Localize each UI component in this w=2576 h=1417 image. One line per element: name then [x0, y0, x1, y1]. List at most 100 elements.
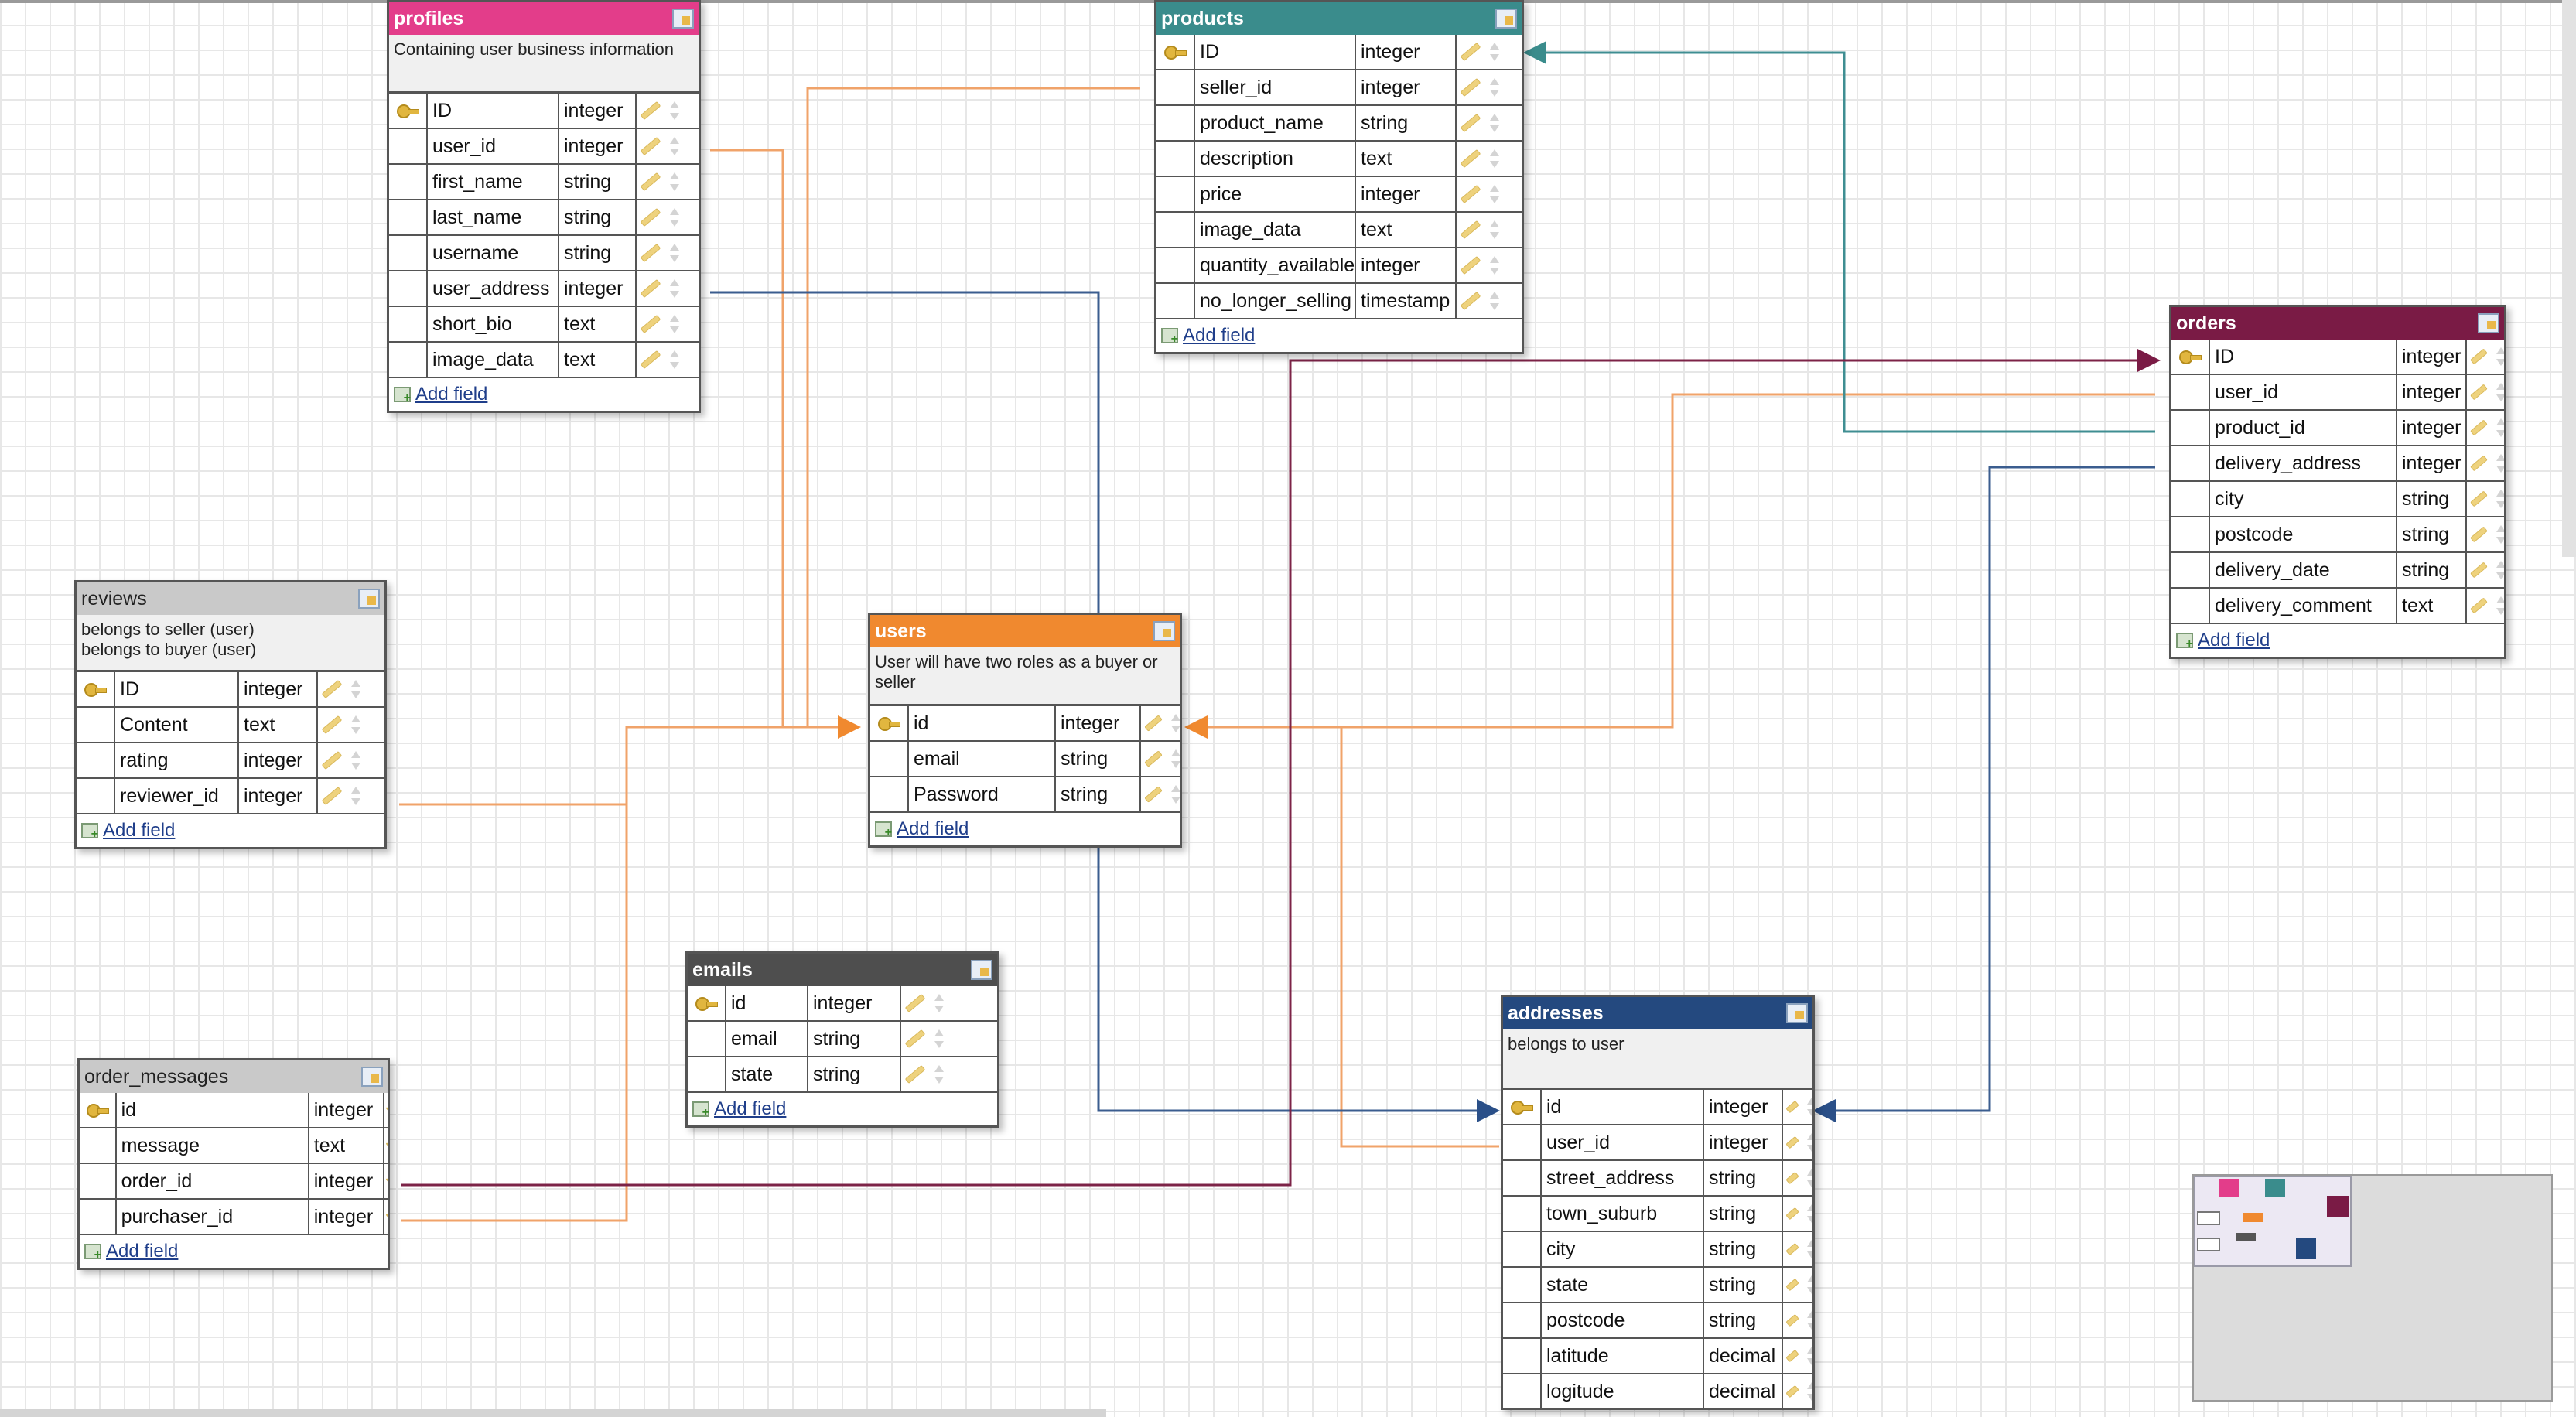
pencil-icon[interactable]: [640, 136, 661, 156]
table-header[interactable]: products: [1156, 2, 1522, 35]
field-row[interactable]: message text: [80, 1128, 388, 1164]
field-row[interactable]: city string: [2171, 482, 2504, 517]
field-row[interactable]: id integer: [80, 1093, 388, 1128]
add-field-label[interactable]: Add field: [714, 1098, 786, 1120]
vertical-scrollbar[interactable]: [2562, 0, 2576, 557]
field-type[interactable]: string: [1704, 1232, 1783, 1266]
table-header[interactable]: orders: [2171, 307, 2504, 340]
field-row[interactable]: user_id integer: [2171, 375, 2504, 411]
reorder-arrows-icon[interactable]: [1489, 113, 1500, 133]
field-row[interactable]: email string: [688, 1022, 997, 1057]
field-name[interactable]: ID: [115, 672, 239, 706]
field-row[interactable]: ID integer: [2171, 340, 2504, 375]
add-field-label[interactable]: Add field: [2198, 630, 2270, 651]
reorder-arrows-icon[interactable]: [350, 715, 361, 735]
pencil-icon[interactable]: [640, 278, 661, 299]
pencil-icon[interactable]: [1144, 715, 1163, 732]
field-row[interactable]: latitude decimal: [1503, 1339, 1812, 1374]
field-name[interactable]: delivery_address: [2210, 446, 2397, 480]
edit-table-icon[interactable]: [1153, 621, 1175, 641]
pencil-icon[interactable]: [321, 786, 343, 806]
field-type[interactable]: integer: [2397, 375, 2467, 409]
reorder-arrows-icon[interactable]: [1806, 1381, 1812, 1402]
field-name[interactable]: rating: [115, 743, 239, 777]
table-header[interactable]: profiles: [389, 2, 699, 35]
pencil-icon[interactable]: [1144, 786, 1163, 803]
reorder-arrows-icon[interactable]: [669, 278, 680, 299]
field-type[interactable]: text: [309, 1128, 384, 1163]
field-row[interactable]: logitude decimal: [1503, 1374, 1812, 1410]
field-type[interactable]: string: [2397, 482, 2467, 516]
edit-table-icon[interactable]: [1495, 9, 1517, 29]
field-name[interactable]: seller_id: [1195, 70, 1356, 104]
pencil-icon[interactable]: [1785, 1313, 1799, 1327]
add-field-link[interactable]: Add field: [1156, 319, 1522, 352]
field-type[interactable]: integer: [1356, 35, 1457, 69]
field-type[interactable]: integer: [309, 1093, 384, 1127]
field-row[interactable]: order_id integer: [80, 1164, 388, 1200]
field-name[interactable]: postcode: [1542, 1303, 1704, 1337]
field-row[interactable]: price integer: [1156, 177, 1522, 213]
pencil-icon[interactable]: [904, 1029, 926, 1049]
field-row[interactable]: no_longer_selling timestamp: [1156, 284, 1522, 319]
pencil-icon[interactable]: [1144, 750, 1163, 767]
edit-table-icon[interactable]: [971, 960, 992, 980]
field-row[interactable]: description text: [1156, 142, 1522, 177]
reorder-arrows-icon[interactable]: [1489, 42, 1500, 62]
field-name[interactable]: image_data: [1195, 213, 1356, 247]
field-type[interactable]: string: [2397, 553, 2467, 587]
table-header[interactable]: reviews: [77, 582, 384, 615]
field-type[interactable]: string: [2397, 517, 2467, 551]
reorder-arrows-icon[interactable]: [1170, 713, 1180, 733]
field-name[interactable]: purchaser_id: [117, 1200, 309, 1234]
edit-table-icon[interactable]: [361, 1067, 383, 1087]
pencil-icon[interactable]: [2470, 384, 2488, 401]
field-type[interactable]: timestamp: [1356, 284, 1457, 318]
reorder-arrows-icon[interactable]: [1806, 1132, 1812, 1152]
field-row[interactable]: id integer: [688, 986, 997, 1022]
field-name[interactable]: latitude: [1542, 1339, 1704, 1373]
add-field-label[interactable]: Add field: [106, 1241, 178, 1262]
field-row[interactable]: quantity_available integer: [1156, 248, 1522, 284]
pencil-icon[interactable]: [385, 1107, 388, 1113]
reorder-arrows-icon[interactable]: [669, 172, 680, 192]
field-type[interactable]: string: [1704, 1161, 1783, 1195]
field-type[interactable]: text: [1356, 142, 1457, 176]
reorder-arrows-icon[interactable]: [934, 993, 945, 1013]
field-row[interactable]: last_name string: [389, 200, 699, 236]
reorder-arrows-icon[interactable]: [1489, 184, 1500, 204]
edit-table-icon[interactable]: [672, 9, 694, 29]
field-row[interactable]: rating integer: [77, 743, 384, 779]
field-row[interactable]: city string: [1503, 1232, 1812, 1268]
field-name[interactable]: user_address: [428, 271, 559, 306]
reorder-arrows-icon[interactable]: [669, 101, 680, 121]
field-name[interactable]: email: [726, 1022, 808, 1056]
field-type[interactable]: integer: [309, 1164, 384, 1198]
field-type[interactable]: string: [1704, 1197, 1783, 1231]
table-header[interactable]: order_messages: [80, 1060, 388, 1093]
pencil-icon[interactable]: [2470, 562, 2488, 579]
field-row[interactable]: Password string: [870, 777, 1180, 813]
field-type[interactable]: string: [1356, 106, 1457, 140]
field-name[interactable]: no_longer_selling: [1195, 284, 1356, 318]
field-type[interactable]: integer: [239, 672, 318, 706]
field-type[interactable]: integer: [1356, 70, 1457, 104]
add-field-link[interactable]: Add field: [389, 378, 699, 411]
pencil-icon[interactable]: [640, 314, 661, 334]
field-row[interactable]: username string: [389, 236, 699, 271]
pencil-icon[interactable]: [1785, 1100, 1799, 1114]
pencil-icon[interactable]: [385, 1214, 388, 1220]
field-type[interactable]: text: [1356, 213, 1457, 247]
field-name[interactable]: username: [428, 236, 559, 270]
field-name[interactable]: user_id: [2210, 375, 2397, 409]
field-row[interactable]: seller_id integer: [1156, 70, 1522, 106]
field-name[interactable]: order_id: [117, 1164, 309, 1198]
field-type[interactable]: integer: [239, 743, 318, 777]
table-users[interactable]: users User will have two roles as a buye…: [868, 613, 1182, 848]
field-name[interactable]: first_name: [428, 165, 559, 199]
field-type[interactable]: decimal: [1704, 1339, 1783, 1373]
pencil-icon[interactable]: [640, 207, 661, 227]
field-type[interactable]: integer: [559, 94, 637, 128]
pencil-icon[interactable]: [1785, 1349, 1799, 1363]
field-type[interactable]: string: [559, 200, 637, 234]
